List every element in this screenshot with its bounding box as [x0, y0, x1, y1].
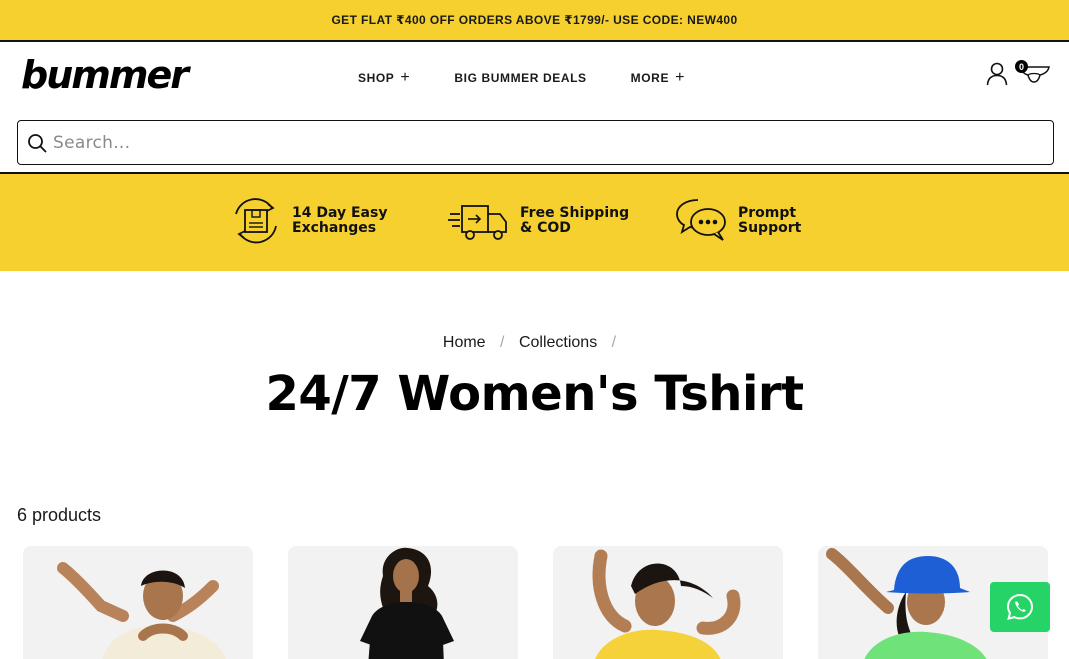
search-bar: [17, 120, 1054, 165]
plus-icon: +: [400, 69, 411, 86]
whatsapp-icon: [1006, 593, 1034, 620]
chat-bubbles-icon: [676, 199, 726, 241]
search-icon[interactable]: [27, 133, 47, 153]
nav-item-label: MORE: [630, 71, 670, 85]
page-title: 24/7 Women's Tshirt: [265, 366, 804, 422]
product-image: [360, 547, 454, 659]
cart-count-badge: 0: [1015, 60, 1028, 73]
main-nav: SHOP + BIG BUMMER DEALS MORE +: [358, 70, 729, 86]
nav-item-label: BIG BUMMER DEALS: [454, 71, 587, 85]
announcement-bar: GET FLAT ₹400 OFF ORDERS ABOVE ₹1799/- U…: [0, 0, 1069, 42]
site-header: bummer SHOP + BIG BUMMER DEALS MORE + 0: [0, 42, 1069, 118]
plus-icon: +: [675, 69, 686, 86]
usp-text: 14 Day Easy Exchanges: [292, 205, 388, 236]
usp-shipping: Free Shipping & COD: [448, 196, 630, 246]
brand-logo[interactable]: bummer: [21, 56, 189, 94]
product-card[interactable]: [288, 546, 518, 659]
usp-exchanges: 14 Day Easy Exchanges: [228, 196, 402, 246]
breadcrumb-home[interactable]: Home: [443, 334, 486, 351]
breadcrumb: Home / Collections /: [0, 334, 1069, 352]
announcement-text: GET FLAT ₹400 OFF ORDERS ABOVE ₹1799/- U…: [331, 13, 738, 27]
user-icon[interactable]: [986, 62, 1008, 86]
breadcrumb-collections[interactable]: Collections: [519, 334, 597, 351]
nav-item-label: SHOP: [358, 71, 395, 85]
usp-text: Prompt Support: [738, 205, 802, 236]
product-count: 6 products: [17, 505, 102, 525]
usp-bar: 14 Day Easy Exchanges Free Shipping & CO…: [0, 172, 1069, 271]
whatsapp-button[interactable]: [990, 582, 1050, 632]
product-card[interactable]: [553, 546, 783, 659]
product-image: [57, 562, 226, 659]
product-image: [592, 549, 741, 659]
product-card[interactable]: [23, 546, 253, 659]
nav-item-more[interactable]: MORE +: [631, 70, 685, 86]
usp-text: Free Shipping & COD: [520, 205, 630, 236]
breadcrumb-separator: /: [500, 334, 505, 351]
usp-support: Prompt Support: [674, 196, 848, 246]
nav-item-big-bummer-deals[interactable]: BIG BUMMER DEALS: [454, 71, 586, 85]
search-input[interactable]: [53, 132, 1053, 153]
breadcrumb-separator: /: [611, 334, 617, 351]
nav-item-shop[interactable]: SHOP +: [358, 70, 410, 86]
delivery-truck-icon: [448, 205, 507, 240]
exchange-box-icon: [235, 198, 277, 244]
cart-button[interactable]: 0: [1015, 60, 1051, 86]
